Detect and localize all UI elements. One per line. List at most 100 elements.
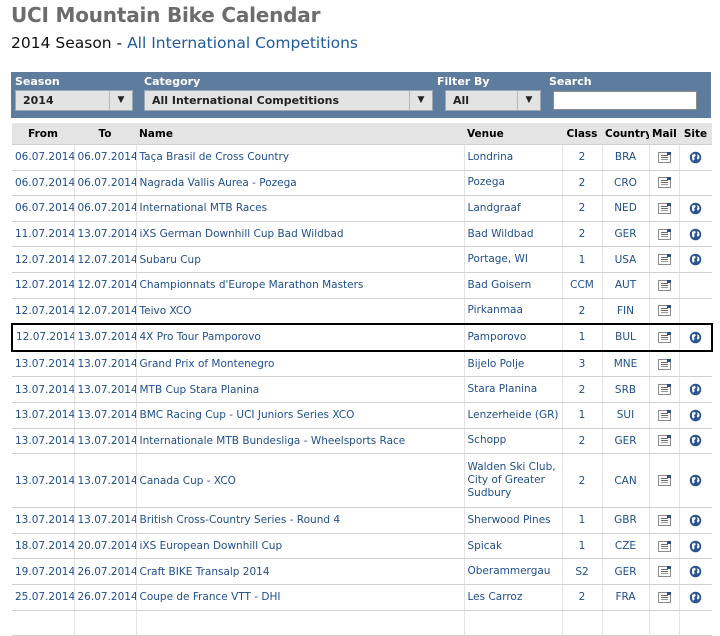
cell-event-name[interactable]: Craft BIKE Transalp 2014	[136, 558, 465, 585]
cell-from[interactable]: 06.07.2014	[12, 144, 75, 171]
column-header-from[interactable]: From	[12, 123, 74, 145]
cell-from[interactable]: 13.07.2014	[12, 507, 75, 534]
cell-event-name[interactable]: iXS European Downhill Cup	[136, 533, 465, 560]
table-row[interactable]	[12, 610, 712, 636]
cell-venue[interactable]: Bijelo Polje	[464, 350, 563, 378]
cell-to[interactable]: 06.07.2014	[74, 170, 137, 197]
table-row[interactable]: 06.07.2014 06.07.2014 Nagrada Vallis Aurea…	[12, 170, 712, 197]
cell-from[interactable]: 12.07.2014	[12, 246, 75, 273]
table-row[interactable]: 06.07.2014 06.07.2014 Taça Brasil de Cross…	[12, 144, 712, 171]
season-select[interactable]: 2014 ▼	[15, 90, 133, 111]
cell-to[interactable]: 06.07.2014	[74, 144, 137, 171]
cell-event-name[interactable]: British Cross-Country Series - Round 4	[136, 507, 465, 534]
cell-to[interactable]: 13.07.2014	[74, 402, 137, 429]
mail-icon[interactable]	[657, 514, 671, 526]
table-row[interactable]: 13.07.2014 13.07.2014 MTB Cup Stara Planin…	[12, 376, 712, 403]
column-header-country[interactable]: Country	[602, 123, 649, 145]
cell-to[interactable]	[74, 610, 137, 636]
filterby-select[interactable]: All ▼	[445, 90, 541, 111]
table-row[interactable]: 12.07.2014 12.07.2014 Subaru Cup Portage, W…	[12, 246, 712, 273]
cell-event-name[interactable]: Coupe de France VTT - DHI	[136, 584, 465, 611]
globe-icon[interactable]	[689, 591, 702, 603]
cell-to[interactable]: 26.07.2014	[74, 558, 137, 585]
cell-event-name[interactable]: 4X Pro Tour Pamporovo	[136, 323, 465, 352]
cell-to[interactable]: 12.07.2014	[74, 298, 137, 325]
cell-venue[interactable]: Stara Planina	[464, 376, 563, 403]
mail-icon[interactable]	[657, 566, 671, 578]
cell-to[interactable]: 13.07.2014	[74, 428, 137, 455]
globe-icon[interactable]	[689, 228, 702, 240]
table-row[interactable]: 18.07.2014 20.07.2014 iXS European Downhil…	[12, 533, 712, 560]
cell-from[interactable]	[12, 610, 75, 636]
cell-event-name[interactable]: Championnats d'Europe Marathon Masters	[136, 272, 465, 299]
cell-venue[interactable]: Walden Ski Club, City of Greater Sudbury	[464, 453, 563, 509]
cell-from[interactable]: 13.07.2014	[12, 428, 75, 455]
cell-venue[interactable]: Landgraaf	[464, 195, 563, 222]
mail-icon[interactable]	[657, 254, 671, 266]
cell-to[interactable]: 12.07.2014	[74, 246, 137, 273]
mail-icon[interactable]	[657, 279, 671, 291]
cell-event-name[interactable]: Taça Brasil de Cross Country	[136, 144, 465, 171]
cell-event-name[interactable]: BMC Racing Cup - UCI Juniors Series XCO	[136, 402, 465, 429]
cell-from[interactable]: 11.07.2014	[12, 221, 75, 248]
cell-from[interactable]: 18.07.2014	[12, 533, 75, 560]
cell-to[interactable]: 06.07.2014	[74, 195, 137, 222]
globe-icon[interactable]	[689, 383, 702, 396]
table-row[interactable]: 13.07.2014 13.07.2014 Grand Prix of Monten…	[12, 350, 712, 378]
cell-from[interactable]: 19.07.2014	[12, 558, 75, 585]
globe-icon[interactable]	[689, 514, 702, 527]
mail-icon[interactable]	[657, 177, 671, 189]
table-row[interactable]: 13.07.2014 13.07.2014 Canada Cup - XCO Wald…	[12, 453, 712, 509]
cell-venue[interactable]: Portage, WI	[464, 246, 563, 273]
cell-to[interactable]: 13.07.2014	[74, 221, 137, 248]
column-header-name[interactable]: Name	[136, 123, 464, 145]
cell-event-name[interactable]: Teivo XCO	[136, 298, 465, 325]
table-row[interactable]: 06.07.2014 06.07.2014 International MTB Ra…	[12, 195, 712, 222]
column-header-venue[interactable]: Venue	[464, 123, 562, 145]
mail-icon[interactable]	[657, 228, 671, 240]
cell-venue[interactable]: Lenzerheide (GR)	[464, 402, 563, 429]
mail-icon[interactable]	[657, 331, 671, 343]
table-row[interactable]: 25.07.2014 26.07.2014 Coupe de France VTT …	[12, 584, 712, 611]
mail-icon[interactable]	[657, 151, 671, 163]
cell-from[interactable]: 13.07.2014	[12, 453, 75, 509]
table-row[interactable]: 19.07.2014 26.07.2014 Craft BIKE Transalp …	[12, 558, 712, 585]
cell-to[interactable]: 13.07.2014	[74, 453, 137, 509]
table-row[interactable]: 11.07.2014 13.07.2014 iXS German Downhill …	[12, 221, 712, 248]
cell-from[interactable]: 13.07.2014	[12, 376, 75, 403]
cell-event-name[interactable]: Canada Cup - XCO	[136, 453, 465, 509]
cell-from[interactable]: 12.07.2014	[12, 298, 75, 325]
globe-icon[interactable]	[689, 409, 702, 421]
globe-icon[interactable]	[689, 253, 702, 266]
table-row[interactable]: 12.07.2014 12.07.2014 Teivo XCO Pirkanmaa 2 F…	[12, 298, 712, 325]
cell-event-name[interactable]: Internationale MTB Bundesliga - Wheelspo…	[136, 428, 465, 455]
cell-venue[interactable]	[464, 610, 563, 636]
cell-venue[interactable]: Pamporovo	[464, 323, 563, 352]
cell-venue[interactable]: Bad Goisern	[464, 272, 563, 299]
globe-icon[interactable]	[689, 331, 702, 344]
table-row[interactable]: 13.07.2014 13.07.2014 BMC Racing Cup - UCI…	[12, 402, 712, 429]
mail-icon[interactable]	[657, 202, 671, 214]
cell-venue[interactable]: Spicak	[464, 533, 563, 560]
cell-to[interactable]: 12.07.2014	[74, 272, 137, 299]
cell-to[interactable]: 13.07.2014	[74, 376, 137, 403]
cell-to[interactable]: 13.07.2014	[74, 350, 137, 378]
globe-icon[interactable]	[689, 540, 702, 552]
cell-venue[interactable]: Sherwood Pines	[464, 507, 563, 534]
table-row[interactable]: 12.07.2014 12.07.2014 Championnats d'Europ…	[12, 272, 712, 299]
cell-venue[interactable]: Pirkanmaa	[464, 298, 563, 325]
cell-from[interactable]: 13.07.2014	[12, 402, 75, 429]
cell-from[interactable]: 06.07.2014	[12, 170, 75, 197]
mail-icon[interactable]	[657, 591, 671, 603]
cell-from[interactable]: 25.07.2014	[12, 584, 75, 611]
cell-to[interactable]: 13.07.2014	[74, 323, 137, 352]
table-row[interactable]: 13.07.2014 13.07.2014 British Cross-Countr…	[12, 507, 712, 534]
cell-from[interactable]: 13.07.2014	[12, 350, 75, 378]
cell-venue[interactable]: Pozega	[464, 170, 563, 197]
table-row-selected[interactable]: 12.07.2014 13.07.2014 4X Pro Tour Pamporov…	[11, 323, 713, 352]
table-row[interactable]: 13.07.2014 13.07.2014 Internationale MTB B…	[12, 428, 712, 455]
cell-venue[interactable]: Bad Wildbad	[464, 221, 563, 248]
cell-to[interactable]: 13.07.2014	[74, 507, 137, 534]
mail-icon[interactable]	[657, 475, 671, 487]
globe-icon[interactable]	[689, 474, 702, 487]
